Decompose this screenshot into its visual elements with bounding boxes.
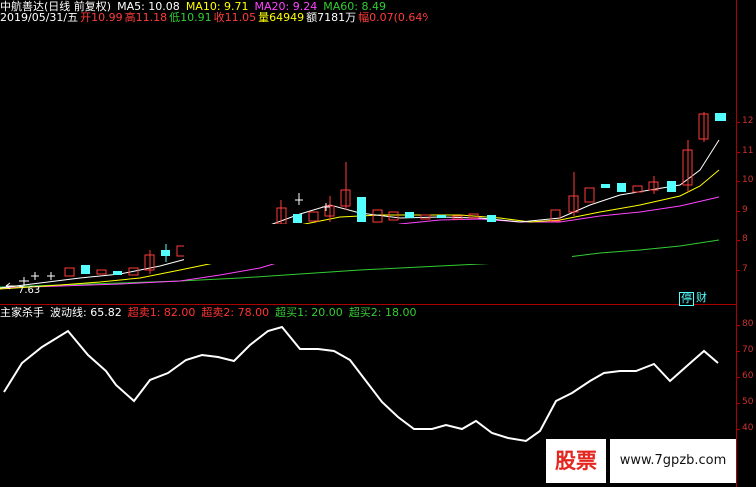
price-tick xyxy=(736,211,740,212)
right-axis-line xyxy=(736,0,737,487)
occluded-region xyxy=(184,224,572,264)
suspension-badge[interactable]: 停 xyxy=(679,292,694,306)
price-axis-label: 10 xyxy=(742,175,754,185)
price-axis-label: 9 xyxy=(742,205,748,215)
wave-line xyxy=(3,325,719,443)
price-tick xyxy=(736,181,740,182)
indicator-tick xyxy=(736,325,740,326)
indicator-axis-label: 80 xyxy=(742,319,754,329)
indicator-tick xyxy=(736,429,740,430)
watermark-logo: 股票 xyxy=(546,439,606,483)
price-axis-label: 8 xyxy=(742,234,748,244)
price-tick xyxy=(736,152,740,153)
indicator-axis-label: 40 xyxy=(742,423,754,433)
stock-chart-window: { "header": { "stock_title": "中航善达(日线 前复… xyxy=(0,0,756,487)
indicator-axis-label: 50 xyxy=(742,397,754,407)
indicator-tick xyxy=(736,377,740,378)
low-price-marker: 7.63 xyxy=(18,285,41,296)
price-tick xyxy=(736,122,740,123)
indicator-axis-label: 70 xyxy=(742,345,754,355)
indicator-axis-label: 60 xyxy=(742,371,754,381)
price-axis-label: 11 xyxy=(742,146,754,156)
price-axis-label: 12 xyxy=(742,116,754,126)
price-axis-label: 7 xyxy=(742,264,748,274)
indicator-tick xyxy=(736,351,740,352)
occluded-region xyxy=(428,0,736,112)
price-tick xyxy=(736,270,740,271)
watermark-site: www.7gpzb.com xyxy=(610,439,736,483)
indicator-tick xyxy=(736,403,740,404)
finance-badge[interactable]: 财 xyxy=(696,292,707,304)
price-tick xyxy=(736,240,740,241)
